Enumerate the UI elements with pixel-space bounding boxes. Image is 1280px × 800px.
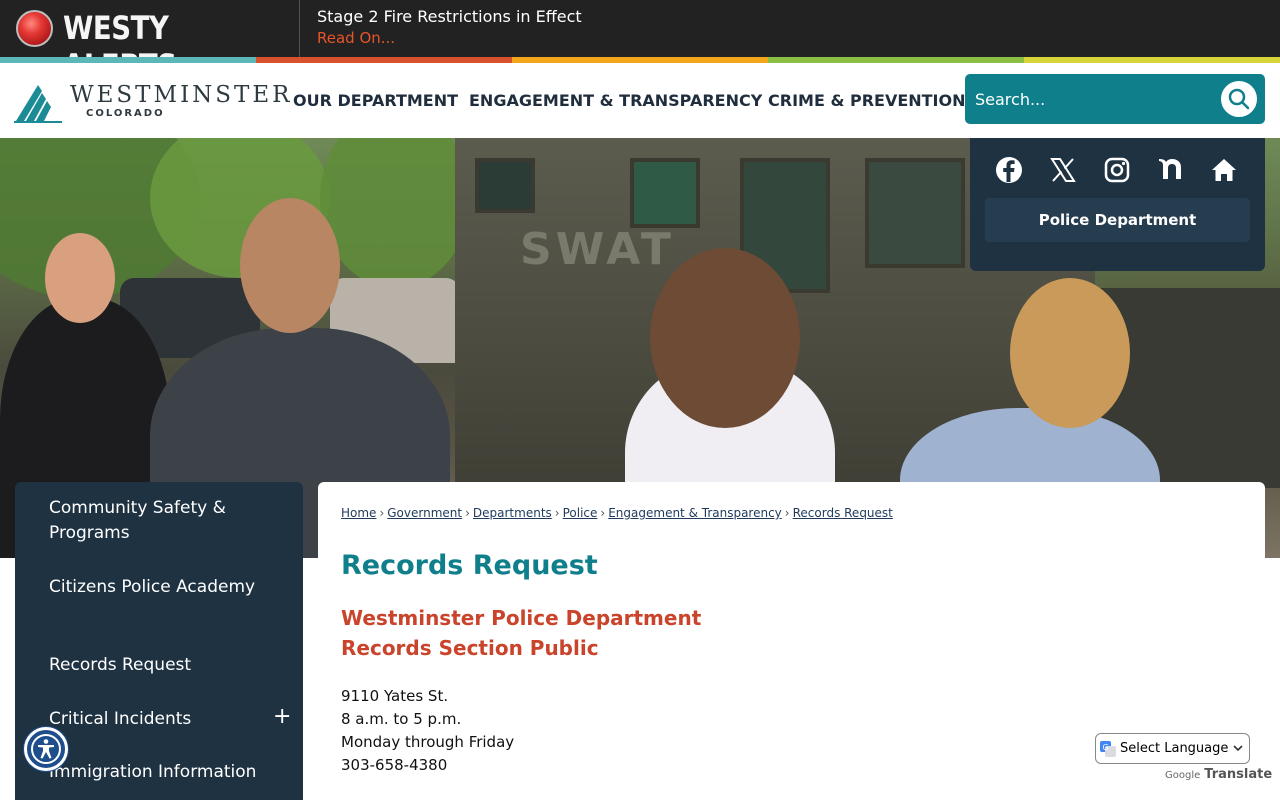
hero-person-head (45, 233, 115, 323)
search-input[interactable] (975, 82, 1205, 116)
search-icon (1228, 88, 1250, 110)
social-panel: Police Department (970, 138, 1265, 271)
hero-person-head (240, 198, 340, 333)
page-title: Records Request (341, 550, 598, 581)
alert-read-on-link[interactable]: Read On... (317, 29, 395, 47)
language-select-label: Select Language (1120, 741, 1229, 756)
search-box (965, 74, 1265, 124)
subheading-records-section: Records Section Public (341, 636, 599, 660)
sidenav-item-citizens-police-academy[interactable]: Citizens Police Academy (49, 575, 279, 600)
breadcrumb-separator: › (600, 506, 606, 520)
breadcrumb-government[interactable]: Government (387, 506, 462, 520)
svg-text:G: G (1103, 743, 1109, 752)
powered-by-google[interactable]: Google Translate (1165, 767, 1272, 782)
alert-brand[interactable]: WESTY ALERTS (0, 0, 300, 85)
nav-crime-prevention[interactable]: CRIME & PREVENTION (768, 91, 966, 110)
westminster-logo[interactable]: WESTMINSTER COLORADO (14, 81, 290, 123)
hero-truck-window (865, 158, 965, 268)
hero-person-head (1010, 278, 1130, 428)
site-header: WESTMINSTER COLORADO OUR DEPARTMENT ENGA… (0, 63, 1280, 138)
home-icon[interactable] (1209, 155, 1239, 185)
breadcrumb-home[interactable]: Home (341, 506, 376, 520)
instagram-icon[interactable] (1102, 155, 1132, 185)
alert-message: Stage 2 Fire Restrictions in Effect (317, 7, 582, 26)
days-text: Monday through Friday (341, 733, 515, 751)
breadcrumb: Home › Government › Departments › Police › Engag… (341, 506, 893, 520)
subheading-department: Westminster Police Department (341, 606, 702, 630)
expand-critical-incidents-button[interactable]: + (273, 704, 291, 729)
hero-person-head (650, 248, 800, 428)
breadcrumb-separator: › (554, 506, 560, 520)
hours-text: 8 a.m. to 5 p.m. (341, 710, 462, 728)
search-button[interactable] (1219, 79, 1259, 119)
breadcrumb-separator: › (465, 506, 470, 520)
nav-engagement-transparency[interactable]: ENGAGEMENT & TRANSPARENCY (469, 91, 762, 110)
x-icon[interactable] (1048, 155, 1078, 185)
sidenav-item-community-safety[interactable]: Community Safety & Programs (49, 496, 279, 546)
chevron-down-icon (1233, 745, 1243, 752)
breadcrumb-police[interactable]: Police (563, 506, 598, 520)
alert-bar: WESTY ALERTS Stage 2 Fire Restrictions i… (0, 0, 1280, 85)
sidenav-item-immigration-information[interactable]: Immigration Information (49, 760, 279, 785)
breadcrumb-records-request[interactable]: Records Request (793, 506, 893, 520)
police-department-button[interactable]: Police Department (985, 198, 1250, 242)
nav-our-department[interactable]: OUR DEPARTMENT (293, 91, 458, 110)
accessibility-icon (31, 734, 61, 764)
translate-label: Translate (1204, 767, 1273, 782)
logo-subtitle: COLORADO (86, 108, 165, 119)
powered-by-google-label: Google (1165, 770, 1201, 781)
language-select[interactable]: G Select Language (1095, 733, 1250, 764)
sidenav-item-critical-incidents[interactable]: Critical Incidents (49, 707, 279, 732)
hero-truck-text: SWAT (520, 224, 675, 275)
google-translate-icon: G (1100, 740, 1116, 757)
hero-truck-window (630, 158, 700, 228)
breadcrumb-separator: › (784, 506, 790, 520)
phone-text: 303-658-4380 (341, 756, 448, 774)
hero-truck-window (475, 158, 535, 213)
nextdoor-icon[interactable] (1156, 155, 1186, 185)
hero-tree (320, 138, 470, 288)
accessibility-button[interactable] (24, 727, 68, 771)
logo-name: WESTMINSTER (70, 82, 293, 108)
logo-mark-icon (14, 85, 62, 123)
facebook-icon[interactable] (994, 155, 1024, 185)
address-text: 9110 Yates St. (341, 687, 449, 705)
breadcrumb-separator: › (379, 506, 385, 520)
sidenav-item-records-request[interactable]: Records Request (49, 653, 279, 678)
breadcrumb-engagement-transparency[interactable]: Engagement & Transparency (608, 506, 782, 520)
alert-light-icon (16, 10, 53, 47)
breadcrumb-departments[interactable]: Departments (473, 506, 552, 520)
